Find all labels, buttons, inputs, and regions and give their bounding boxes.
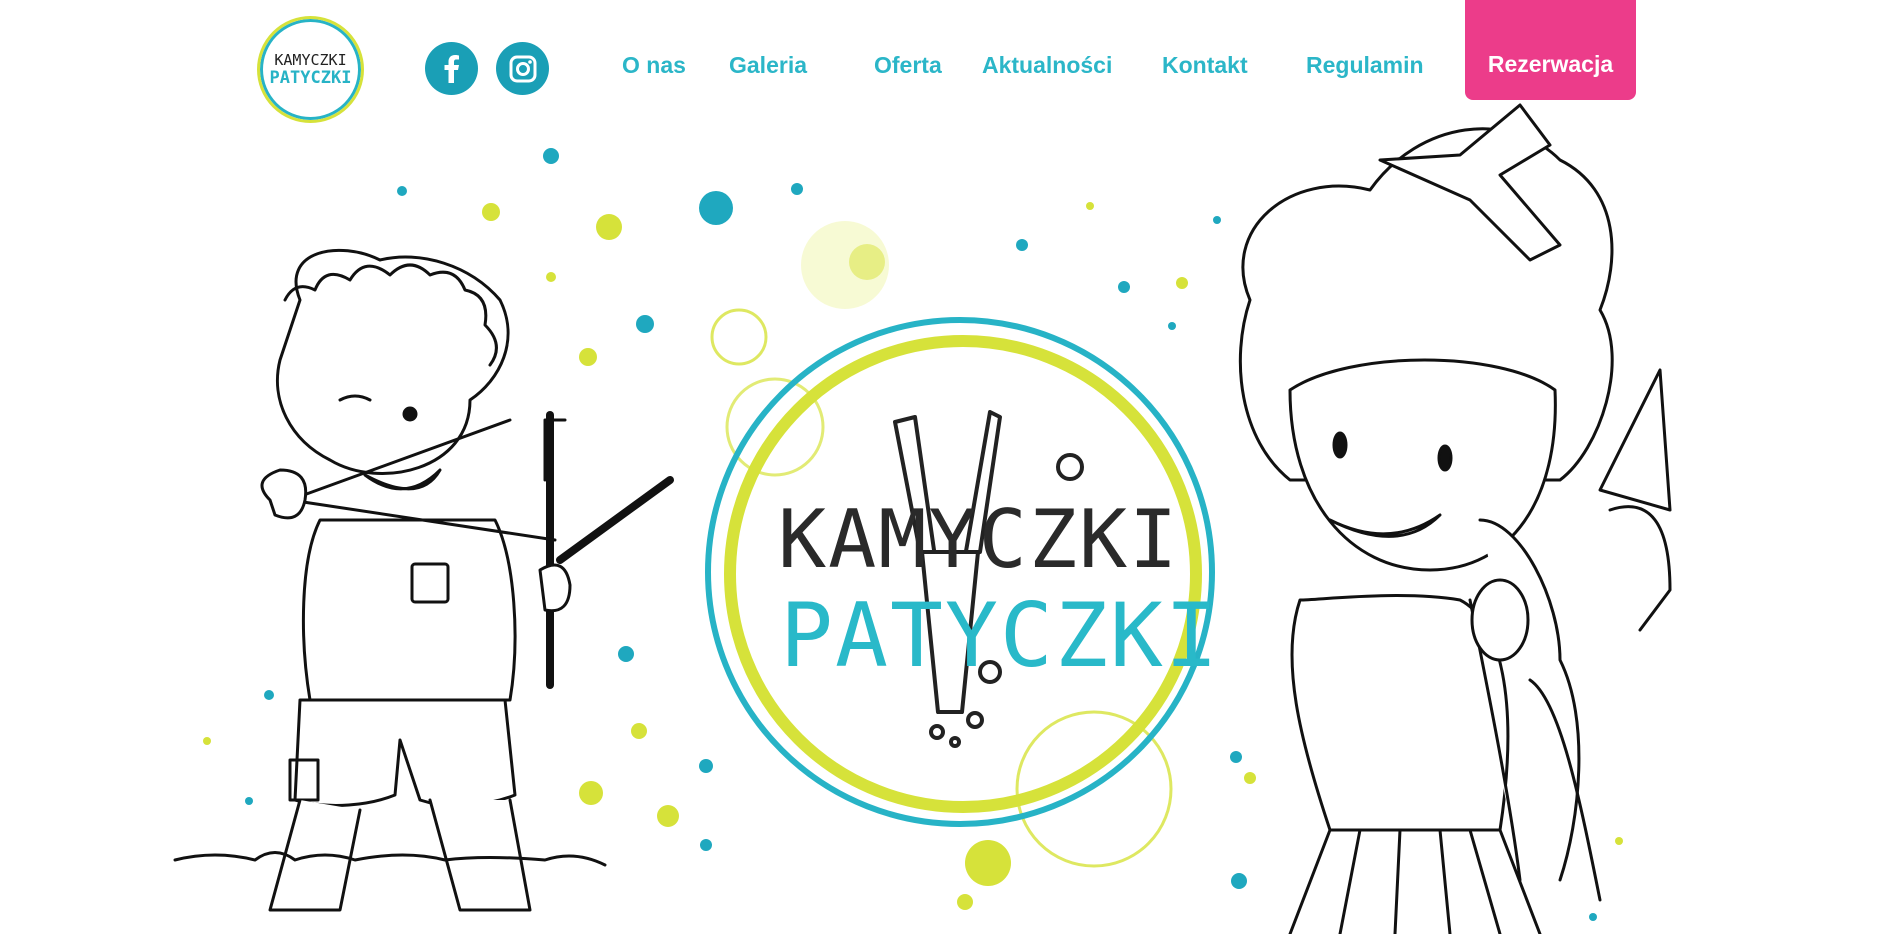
hero-logo-rings	[705, 317, 1215, 827]
site-logo[interactable]: KAMYCZKI PATYCZKI	[257, 16, 364, 123]
hero-logo-line2: PATYCZKI	[780, 584, 1220, 687]
nav-item-o-nas[interactable]: O nas	[622, 52, 686, 79]
reservation-button[interactable]: Rezerwacja	[1465, 0, 1636, 100]
hero-logo-line1: KAMYCZKI	[778, 493, 1180, 586]
nav-item-aktualnosci[interactable]: Aktualności	[982, 52, 1112, 79]
site-logo-line2: PATYCZKI	[269, 67, 352, 88]
hero-logo: KAMYCZKI PATYCZKI	[700, 312, 1220, 832]
nav-item-oferta[interactable]: Oferta	[874, 52, 942, 79]
instagram-icon	[509, 55, 536, 82]
boy-illustration	[173, 248, 674, 912]
facebook-icon	[444, 54, 459, 83]
nav-item-kontakt[interactable]: Kontakt	[1162, 52, 1248, 79]
instagram-link[interactable]	[496, 42, 549, 95]
girl-illustration	[1238, 103, 1672, 934]
site-logo-line1: KAMYCZKI	[274, 50, 347, 69]
confetti-dots	[203, 148, 1623, 921]
slingshot-icon	[893, 410, 1084, 748]
nav-item-regulamin[interactable]: Regulamin	[1306, 52, 1424, 79]
decorative-rings	[710, 221, 1173, 868]
site-header: KAMYCZKI PATYCZKI O nas Galeria Oferta A…	[0, 0, 1903, 123]
hero-illustration: KAMYCZKI PATYCZKI	[0, 0, 1903, 934]
nav-item-galeria[interactable]: Galeria	[729, 52, 807, 79]
facebook-link[interactable]	[425, 42, 478, 95]
